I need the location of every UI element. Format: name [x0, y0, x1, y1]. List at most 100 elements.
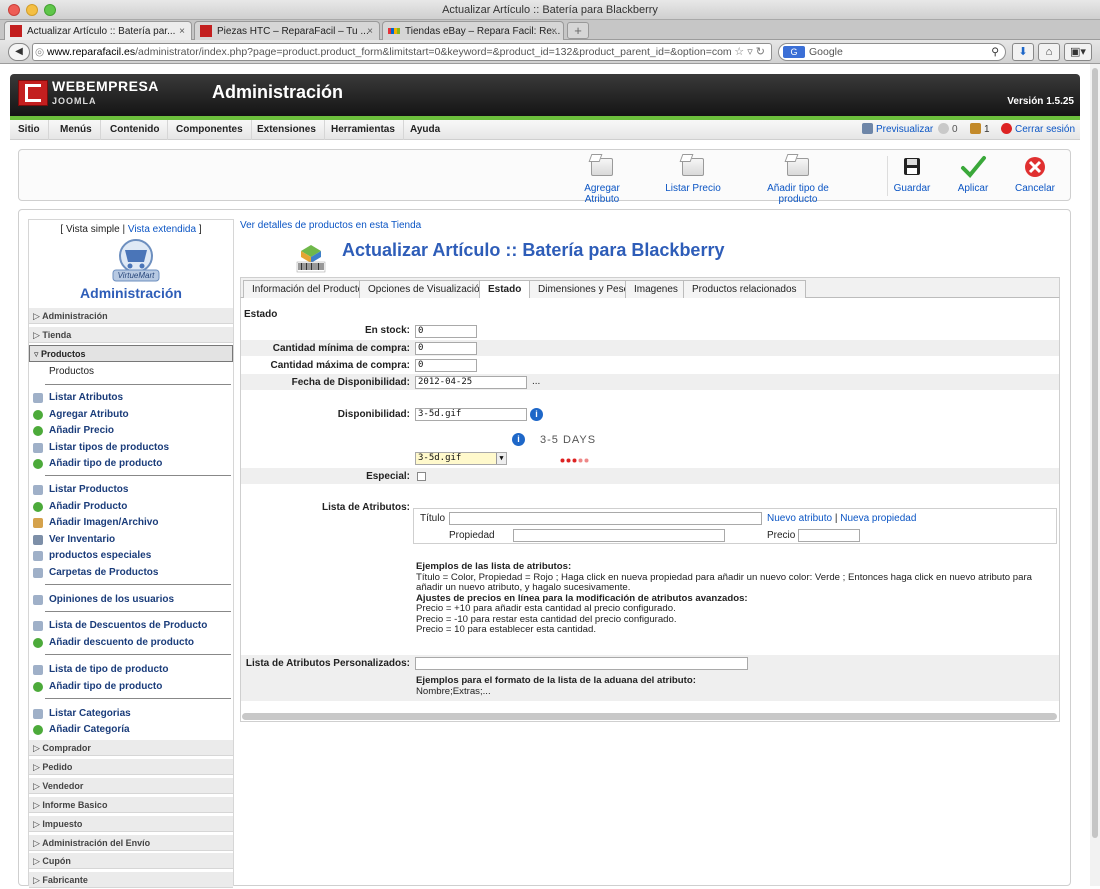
sidebar-item-anadir-imagen[interactable]: Añadir Imagen/Archivo	[29, 515, 233, 531]
new-attribute-link[interactable]: Nuevo atributo	[767, 513, 832, 524]
view-extended-link[interactable]: Vista extendida	[128, 224, 196, 235]
url-bar[interactable]: ◎ www.reparafacil.es/administrator/index…	[32, 43, 772, 61]
sidebar-item-anadir-categoria[interactable]: Añadir Categoría	[29, 722, 233, 738]
download-icon[interactable]: ⬇	[1012, 43, 1034, 61]
menu-herramientas[interactable]: Herramientas	[323, 120, 404, 140]
sidebar-item-listar-categorias[interactable]: Listar Categorias	[29, 706, 233, 722]
sidebar-item-carpetas[interactable]: Carpetas de Productos	[29, 565, 233, 581]
menu-extensiones[interactable]: Extensiones	[249, 120, 325, 140]
tab-relacionados[interactable]: Productos relacionados	[683, 280, 806, 299]
sidebar-section-vendedor[interactable]: ▷ Vendedor	[29, 777, 233, 794]
sidebar-section-productos[interactable]: ▿ Productos	[29, 345, 233, 362]
sidebar-item-listar-atributos[interactable]: Listar Atributos	[29, 390, 233, 406]
attr-price-input[interactable]	[798, 529, 860, 542]
sidebar-item-lista-descuentos[interactable]: Lista de Descuentos de Producto	[29, 618, 233, 634]
minimize-window-button[interactable]	[26, 4, 38, 16]
view-in-store-link[interactable]: Ver detalles de productos en esta Tienda	[240, 220, 421, 231]
sidebar-section-administracion[interactable]: ▷ Administración	[29, 307, 233, 324]
menu-componentes[interactable]: Componentes	[168, 120, 252, 140]
logout-label[interactable]: Cerrar sesión	[1015, 124, 1075, 135]
sidebar-item-agregar-atributo[interactable]: Agregar Atributo	[29, 407, 233, 423]
list-price-button[interactable]: Listar Precio	[663, 152, 723, 194]
search-icon[interactable]: ⚲	[991, 44, 999, 60]
page-scrollbar[interactable]	[1090, 64, 1100, 886]
menu-icon[interactable]: ▣▾	[1064, 43, 1092, 61]
sidebar-item-anadir-tipo-producto[interactable]: Añadir tipo de producto	[29, 679, 233, 695]
close-window-button[interactable]	[8, 4, 20, 16]
save-button[interactable]: Guardar	[892, 152, 932, 194]
menu-contenido[interactable]: Contenido	[102, 120, 169, 140]
sidebar-item-anadir-tipo[interactable]: Añadir tipo de producto	[29, 456, 233, 472]
preview-link[interactable]: Previsualizar	[862, 120, 933, 140]
tab-informacion[interactable]: Información del Producto	[243, 280, 373, 299]
bookmark-star-icon[interactable]: ☆ ▿ ↻	[731, 44, 765, 60]
sidebar-item-lista-tipo-producto[interactable]: Lista de tipo de producto	[29, 662, 233, 678]
horizontal-scrollbar[interactable]	[242, 713, 1057, 720]
custom-attr-input[interactable]	[415, 657, 748, 670]
tab-opciones[interactable]: Opciones de Visualización	[359, 280, 495, 299]
min-qty-input[interactable]: 0	[415, 342, 477, 355]
sidebar-section-impuesto[interactable]: ▷ Impuesto	[29, 815, 233, 832]
browser-tab-1[interactable]: Actualizar Artículo :: Batería par... ×	[4, 21, 192, 40]
search-bar[interactable]: G Google ⚲	[778, 43, 1006, 61]
messages-count[interactable]: 0	[938, 120, 958, 140]
sidebar-item-anadir-producto[interactable]: Añadir Producto	[29, 499, 233, 515]
add-product-type-button[interactable]: Añadir tipo de producto	[749, 152, 847, 205]
zoom-window-button[interactable]	[44, 4, 56, 16]
sidebar-section-fabricante[interactable]: ▷ Fabricante	[29, 871, 233, 888]
availability-input[interactable]: 3-5d.gif	[415, 408, 527, 421]
sidebar-section-comprador[interactable]: ▷ Comprador	[29, 739, 233, 756]
page-title: Actualizar Artículo :: Batería para Blac…	[342, 240, 725, 260]
tab-dimensiones[interactable]: Dimensiones y Peso	[529, 280, 639, 299]
sidebar-item-ver-inventario[interactable]: Ver Inventario	[29, 532, 233, 548]
add-attribute-button[interactable]: Agregar Atributo	[569, 152, 635, 205]
sidebar-item-productos-especiales[interactable]: productos especiales	[29, 548, 233, 564]
avail-date-input[interactable]: 2012-04-25	[415, 376, 527, 389]
max-qty-input[interactable]: 0	[415, 359, 477, 372]
cancel-button[interactable]: Cancelar	[1013, 152, 1057, 194]
new-property-link[interactable]: Nueva propiedad	[840, 513, 916, 524]
attr-prop-input[interactable]	[513, 529, 725, 542]
sidebar-item-listar-productos[interactable]: Listar Productos	[29, 482, 233, 498]
in-stock-input[interactable]: 0	[415, 325, 477, 338]
menu-sitio[interactable]: Sitio	[10, 120, 49, 140]
date-picker-button[interactable]: ...	[532, 376, 540, 387]
preview-label[interactable]: Previsualizar	[876, 124, 933, 135]
sidebar-heading: Administración	[80, 285, 182, 301]
browser-tab-3[interactable]: Tiendas eBay – Repara Facil: Re... ×	[382, 21, 564, 40]
sidebar-section-cupon[interactable]: ▷ Cupón	[29, 852, 233, 869]
back-button[interactable]: ◀	[8, 43, 30, 61]
browser-tab-2[interactable]: Piezas HTC – ReparaFacil – Tu ... ×	[194, 21, 380, 40]
sidebar-item-anadir-descuento[interactable]: Añadir descuento de producto	[29, 635, 233, 651]
info-icon[interactable]: i	[530, 408, 543, 421]
sidebar-item-label: Añadir Imagen/Archivo	[49, 517, 159, 528]
view-simple-link[interactable]: [ Vista simple |	[60, 224, 125, 235]
brand-name: WEBEMPRESA	[52, 78, 159, 94]
sidebar-section-envio[interactable]: ▷ Administración del Envío	[29, 834, 233, 851]
scrollbar-thumb[interactable]	[1092, 68, 1098, 838]
logout-link[interactable]: Cerrar sesión	[1001, 120, 1075, 140]
google-icon[interactable]: G	[783, 46, 805, 58]
sidebar-item-opiniones[interactable]: Opiniones de los usuarios	[29, 592, 233, 608]
folder-icon	[33, 568, 43, 578]
apply-button[interactable]: Aplicar	[953, 152, 993, 194]
new-tab-button[interactable]: +	[567, 22, 589, 39]
special-checkbox[interactable]	[417, 472, 426, 481]
close-tab-icon[interactable]: ×	[367, 22, 373, 40]
attr-title-input[interactable]	[449, 512, 762, 525]
home-icon[interactable]: ⌂	[1038, 43, 1060, 61]
close-tab-icon[interactable]: ×	[551, 22, 557, 40]
sidebar-section-tienda[interactable]: ▷ Tienda	[29, 326, 233, 343]
sidebar-section-pedido[interactable]: ▷ Pedido	[29, 758, 233, 775]
tab-estado[interactable]: Estado	[479, 280, 531, 300]
users-count[interactable]: 1	[970, 120, 990, 140]
sidebar-item-anadir-precio[interactable]: Añadir Precio	[29, 423, 233, 439]
menu-menus[interactable]: Menús	[52, 120, 101, 140]
sidebar-item-listar-tipos[interactable]: Listar tipos de productos	[29, 440, 233, 456]
tab-imagenes[interactable]: Imagenes	[625, 280, 687, 299]
menu-ayuda[interactable]: Ayuda	[402, 120, 448, 140]
availability-select[interactable]: 3-5d.gif ▼	[415, 452, 507, 465]
close-tab-icon[interactable]: ×	[179, 22, 185, 40]
messages-icon	[938, 123, 949, 134]
sidebar-section-informe[interactable]: ▷ Informe Basico	[29, 796, 233, 813]
